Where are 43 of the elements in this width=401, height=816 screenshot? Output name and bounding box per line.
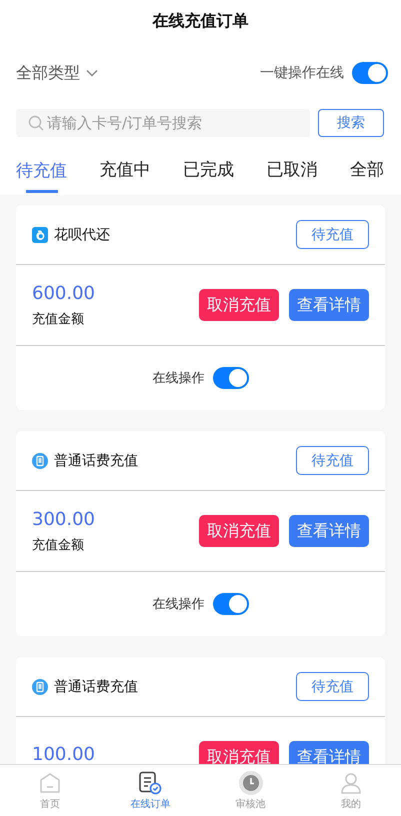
tab[interactable]: 已完成 bbox=[183, 147, 234, 195]
nav-tab[interactable]: 在线订单 bbox=[130, 796, 170, 810]
status-tag: 待充值 bbox=[296, 220, 369, 249]
details-button[interactable]: 查看详情 bbox=[289, 741, 369, 764]
person-icon bbox=[338, 770, 363, 794]
clock-icon bbox=[238, 770, 263, 794]
toggle-label: 在线操作 bbox=[152, 370, 204, 387]
toggle-switch[interactable] bbox=[212, 367, 248, 389]
toggle-label: 一键操作在线 bbox=[260, 64, 344, 82]
amount-value: 600.00 bbox=[32, 282, 95, 304]
tab[interactable]: 充值中 bbox=[100, 147, 150, 195]
chevron-down-icon bbox=[86, 69, 98, 77]
status-tag: 待充值 bbox=[296, 672, 369, 701]
nav-tab[interactable]: 我的 bbox=[340, 796, 361, 810]
order-type: 普通话费充值 bbox=[54, 452, 138, 470]
phone-icon bbox=[32, 678, 48, 694]
nav-tab[interactable]: 审核池 bbox=[236, 796, 266, 810]
toggle-switch[interactable] bbox=[212, 593, 248, 615]
cancel-button[interactable]: 取消充值 bbox=[199, 289, 279, 321]
amount-label: 充值金额 bbox=[32, 536, 85, 554]
search-button[interactable]: 搜索 bbox=[318, 109, 384, 137]
details-button[interactable]: 查看详情 bbox=[289, 515, 369, 547]
details-button[interactable]: 查看详情 bbox=[289, 289, 369, 321]
toggle-label: 在线操作 bbox=[152, 596, 204, 613]
home-icon bbox=[38, 770, 62, 794]
order-type: 普通话费充值 bbox=[54, 678, 138, 696]
page-title: 在线充值订单 bbox=[152, 10, 248, 32]
document-check-icon bbox=[138, 770, 162, 794]
phone-icon bbox=[32, 452, 48, 468]
type-dropdown[interactable]: 全部类型 bbox=[16, 62, 98, 84]
nav-tab[interactable]: 首页 bbox=[40, 796, 60, 810]
tab[interactable]: 已取消 bbox=[266, 147, 318, 195]
status-tag: 待充值 bbox=[296, 446, 369, 475]
order-type: 花呗代还 bbox=[54, 226, 110, 244]
amount-label: 充值金额 bbox=[32, 310, 85, 328]
amount-value: 300.00 bbox=[32, 508, 95, 530]
amount-value: 100.00 bbox=[32, 744, 95, 764]
wallet-app-icon bbox=[32, 226, 48, 242]
cancel-button[interactable]: 取消充值 bbox=[199, 741, 279, 764]
toggle-switch[interactable] bbox=[352, 62, 388, 84]
cancel-button[interactable]: 取消充值 bbox=[199, 515, 279, 547]
search-field[interactable]: 请输入卡号/订单号搜索 bbox=[16, 109, 310, 137]
tab[interactable]: 全部 bbox=[350, 147, 384, 195]
